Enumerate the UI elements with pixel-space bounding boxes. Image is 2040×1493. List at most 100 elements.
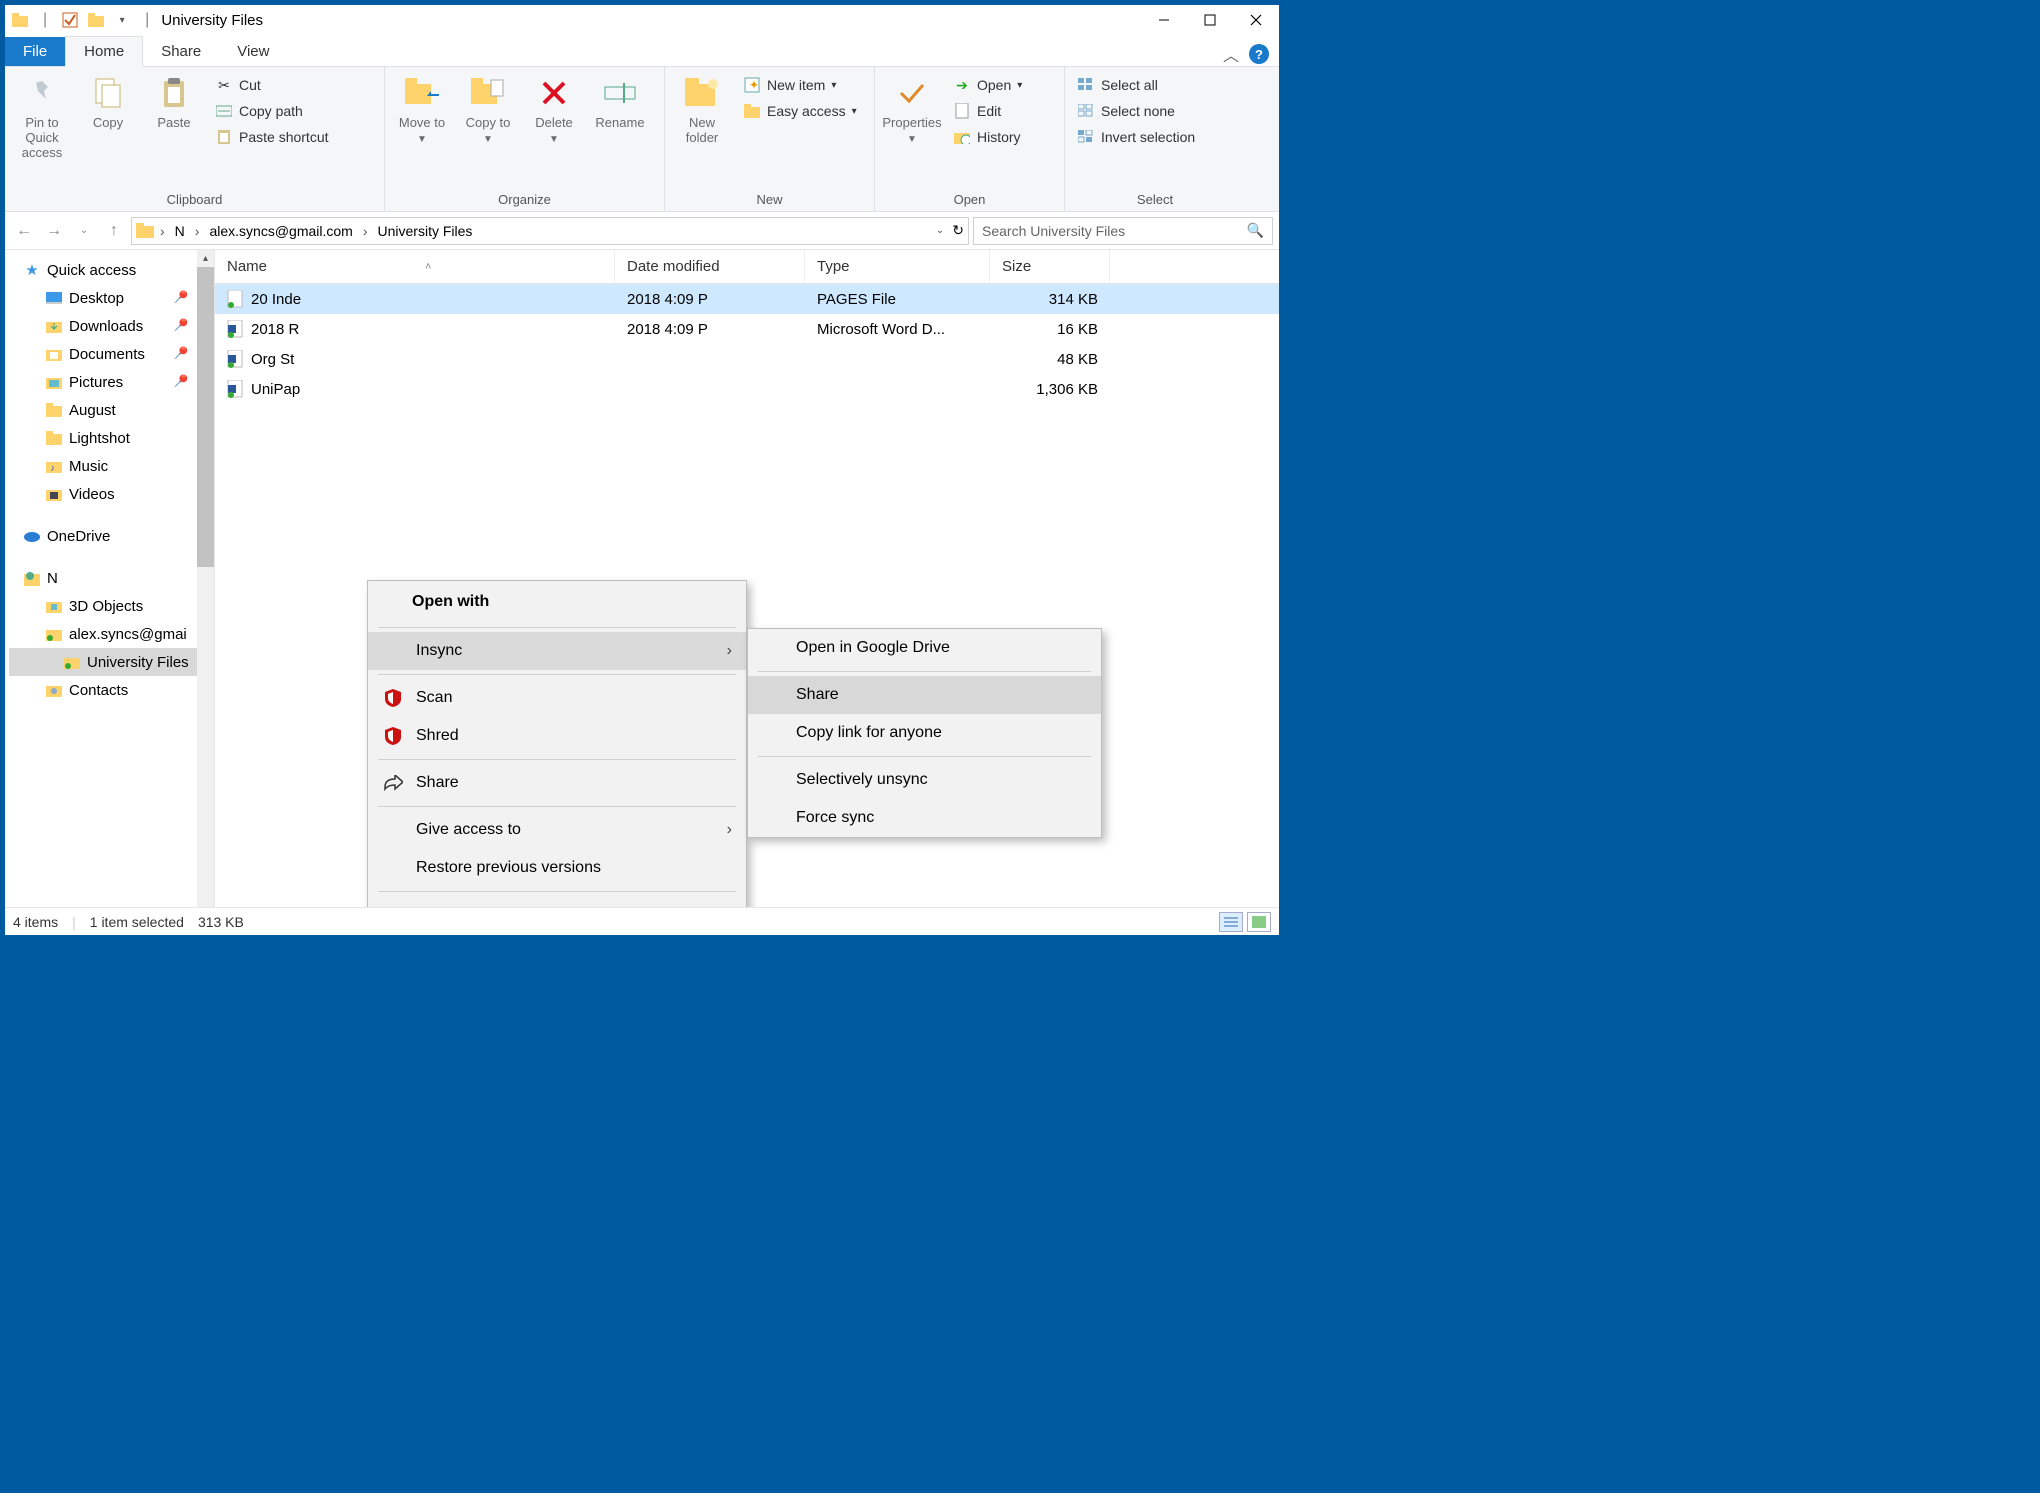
history-button[interactable]: History	[947, 125, 1028, 149]
help-icon[interactable]: ?	[1249, 44, 1269, 64]
col-type[interactable]: Type	[805, 250, 990, 283]
tab-view[interactable]: View	[219, 37, 287, 66]
new-item-button[interactable]: ✦New item ▾	[737, 73, 863, 97]
paste-shortcut-button[interactable]: Paste shortcut	[209, 125, 335, 149]
status-item-count: 4 items	[13, 914, 58, 930]
search-icon: 🔍	[1247, 222, 1264, 239]
tree-desktop[interactable]: Desktop📍	[9, 284, 214, 312]
nav-tree[interactable]: ★Quick access Desktop📍 Downloads📍 Docume…	[5, 250, 215, 907]
tree-downloads[interactable]: Downloads📍	[9, 312, 214, 340]
folder-icon	[45, 597, 63, 615]
select-all-button[interactable]: Select all	[1071, 73, 1201, 97]
copy-to-button[interactable]: Copy to▼	[457, 71, 519, 149]
tree-n[interactable]: N	[9, 564, 214, 592]
tree-scrollbar[interactable]: ▴	[197, 250, 214, 907]
refresh-icon[interactable]: ↻	[952, 222, 964, 239]
sub-unsync[interactable]: Selectively unsync	[748, 761, 1101, 799]
breadcrumb-item[interactable]: N	[171, 223, 189, 239]
rename-button[interactable]: Rename	[589, 71, 651, 134]
file-row[interactable]: UniPap 1,306 KB	[215, 374, 1279, 404]
close-button[interactable]	[1233, 5, 1279, 35]
delete-button[interactable]: Delete▼	[523, 71, 585, 149]
checkbox-icon[interactable]	[61, 11, 79, 29]
file-size: 314 KB	[990, 291, 1110, 308]
search-input[interactable]: Search University Files 🔍	[973, 217, 1273, 245]
tree-quick-access[interactable]: ★Quick access	[9, 256, 214, 284]
edit-button[interactable]: Edit	[947, 99, 1028, 123]
invert-icon	[1077, 128, 1095, 146]
tree-videos[interactable]: Videos	[9, 480, 214, 508]
sub-open-gdrive[interactable]: Open in Google Drive	[748, 629, 1101, 667]
file-size: 1,306 KB	[990, 381, 1110, 398]
tree-university-files[interactable]: University Files	[9, 648, 214, 676]
file-row[interactable]: Org St 48 KB	[215, 344, 1279, 374]
pin-icon: 📍	[168, 313, 194, 339]
tab-share[interactable]: Share	[143, 37, 219, 66]
tab-file[interactable]: File	[5, 37, 65, 66]
col-name[interactable]: Name˄	[215, 250, 615, 283]
up-button[interactable]: ↑	[101, 218, 127, 244]
select-none-button[interactable]: Select none	[1071, 99, 1201, 123]
new-folder-button[interactable]: New folder	[671, 71, 733, 149]
col-date[interactable]: Date modified	[615, 250, 805, 283]
scroll-up-icon[interactable]: ▴	[197, 250, 214, 267]
col-size[interactable]: Size	[990, 250, 1110, 283]
ctx-scan[interactable]: Scan	[368, 679, 746, 717]
star-icon: ★	[23, 261, 41, 279]
maximize-button[interactable]	[1187, 5, 1233, 35]
chevron-right-icon: ›	[727, 642, 732, 660]
music-icon: ♪	[45, 457, 63, 475]
properties-button[interactable]: Properties▼	[881, 71, 943, 149]
invert-selection-button[interactable]: Invert selection	[1071, 125, 1201, 149]
ctx-share[interactable]: Share	[368, 764, 746, 802]
tree-august[interactable]: August	[9, 396, 214, 424]
file-row[interactable]: 20 Inde 2018 4:09 P PAGES File 314 KB	[215, 284, 1279, 314]
back-button[interactable]: ←	[11, 218, 37, 244]
open-button[interactable]: ➔Open ▾	[947, 73, 1028, 97]
forward-button[interactable]: →	[41, 218, 67, 244]
recent-dropdown[interactable]: ⌄	[71, 218, 97, 244]
ctx-restore[interactable]: Restore previous versions	[368, 849, 746, 887]
word-file-icon	[227, 350, 243, 368]
paste-button[interactable]: Paste	[143, 71, 205, 134]
ctx-insync[interactable]: Insync›	[368, 632, 746, 670]
tree-music[interactable]: ♪Music	[9, 452, 214, 480]
tree-lightshot[interactable]: Lightshot	[9, 424, 214, 452]
move-to-button[interactable]: Move to▼	[391, 71, 453, 149]
copy-path-button[interactable]: Copy path	[209, 99, 335, 123]
ctx-shred[interactable]: Shred	[368, 717, 746, 755]
sub-force-sync[interactable]: Force sync	[748, 799, 1101, 837]
group-label-organize: Organize	[391, 188, 658, 209]
tree-documents[interactable]: Documents📍	[9, 340, 214, 368]
ctx-send-to[interactable]: Send to›	[368, 896, 746, 907]
tree-pictures[interactable]: Pictures📍	[9, 368, 214, 396]
details-view-button[interactable]	[1219, 912, 1243, 932]
tree-3d-objects[interactable]: 3D Objects	[9, 592, 214, 620]
collapse-ribbon-icon[interactable]: ︿	[1223, 42, 1239, 66]
tab-home[interactable]: Home	[65, 36, 143, 67]
file-row[interactable]: 2018 R 2018 4:09 P Microsoft Word D... 1…	[215, 314, 1279, 344]
easy-access-button[interactable]: Easy access ▾	[737, 99, 863, 123]
pin-to-quick-access-button[interactable]: Pin to Quick access	[11, 71, 73, 164]
pin-icon: 📍	[168, 285, 194, 311]
address-dropdown-icon[interactable]: ⌄	[936, 225, 944, 236]
tree-alex-syncs[interactable]: alex.syncs@gmai	[9, 620, 214, 648]
thumbnails-view-button[interactable]	[1247, 912, 1271, 932]
group-label-clipboard: Clipboard	[11, 188, 378, 209]
sub-copy-link[interactable]: Copy link for anyone	[748, 714, 1101, 752]
breadcrumb-item[interactable]: alex.syncs@gmail.com	[205, 223, 356, 239]
sub-share[interactable]: Share	[748, 676, 1101, 714]
minimize-button[interactable]	[1141, 5, 1187, 35]
folder-icon[interactable]	[87, 11, 105, 29]
ctx-give-access[interactable]: Give access to›	[368, 811, 746, 849]
history-icon	[953, 128, 971, 146]
tree-contacts[interactable]: Contacts	[9, 676, 214, 704]
copy-button[interactable]: Copy	[77, 71, 139, 134]
breadcrumb-item[interactable]: University Files	[374, 223, 477, 239]
address-bar[interactable]: N alex.syncs@gmail.com University Files …	[131, 217, 969, 245]
scroll-thumb[interactable]	[197, 267, 214, 567]
dropdown-icon[interactable]: ▾	[113, 11, 131, 29]
cut-button[interactable]: ✂Cut	[209, 73, 335, 97]
ctx-open-with[interactable]: Open with	[368, 581, 746, 623]
tree-onedrive[interactable]: OneDrive	[9, 522, 214, 550]
